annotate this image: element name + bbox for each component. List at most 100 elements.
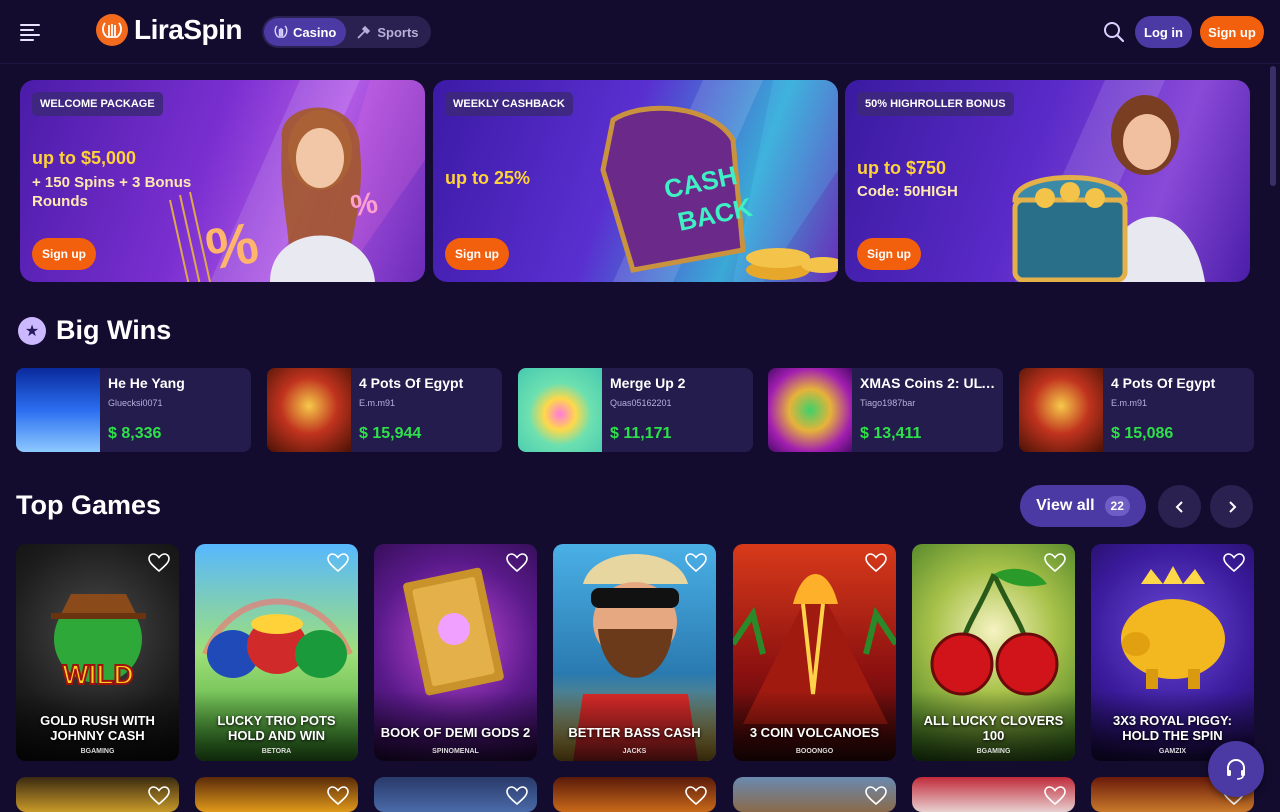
chevron-right-icon xyxy=(1228,500,1236,513)
win-amount: $ 11,171 xyxy=(610,425,672,442)
svg-text:WILD: WILD xyxy=(62,659,134,690)
promo-subtitle: Code: 50HIGH xyxy=(857,183,958,200)
game-title: LUCKY TRIO POTS HOLD AND WIN xyxy=(217,713,336,743)
sports-tab-label: Sports xyxy=(377,24,419,40)
heart-icon[interactable] xyxy=(685,553,707,573)
view-all-button[interactable]: View all 22 xyxy=(1020,485,1146,527)
sports-tab[interactable]: Sports xyxy=(346,18,428,46)
big-win-card[interactable]: Merge Up 2 Quas05162201 $ 11,171 xyxy=(518,368,753,452)
heart-icon[interactable] xyxy=(327,786,349,806)
big-win-card[interactable]: 4 Pots Of Egypt E.m.m91 $ 15,944 xyxy=(267,368,502,452)
signup-button[interactable]: Sign up xyxy=(1200,16,1264,48)
win-game-name: XMAS Coins 2: ULT... xyxy=(860,375,996,391)
game-title: 3 COIN VOLCANOES xyxy=(749,725,880,740)
game-tile[interactable] xyxy=(374,777,537,812)
heart-icon[interactable] xyxy=(865,553,887,573)
mode-switch: Casino Sports xyxy=(262,16,431,48)
game-thumbnail xyxy=(518,368,602,452)
game-tile[interactable]: WILD GOLD RUSH WITH JOHNNY CASH BGAMING xyxy=(16,544,179,761)
win-amount: $ 13,411 xyxy=(860,425,922,442)
game-tile[interactable]: BETTER BASS CASH JACKS xyxy=(553,544,716,761)
win-username: Gluecksi0071 xyxy=(108,398,163,408)
game-thumbnail xyxy=(1019,368,1103,452)
heart-icon[interactable] xyxy=(506,553,528,573)
game-title: 3X3 ROYAL PIGGY: HOLD THE SPIN xyxy=(1113,713,1232,743)
game-tile[interactable] xyxy=(16,777,179,812)
logo-text: LiraSpin xyxy=(134,14,243,45)
search-icon[interactable] xyxy=(1103,21,1125,43)
win-username: Quas05162201 xyxy=(610,398,672,408)
game-tile[interactable]: ALL LUCKY CLOVERS 100 BGAMING xyxy=(912,544,1075,761)
promo-subtitle: + 150 Spins + 3 Bonus Rounds xyxy=(32,174,192,210)
promo-banner-welcome[interactable]: % % WELCOME PACKAGE up to $5,000 + 150 S… xyxy=(20,80,425,282)
promo-tag: 50% HIGHROLLER BONUS xyxy=(857,92,1014,116)
star-icon: ★ xyxy=(18,317,46,345)
promo-signup-button[interactable]: Sign up xyxy=(445,238,509,270)
logo[interactable]: LiraSpin xyxy=(96,14,243,46)
headset-icon xyxy=(1227,758,1245,780)
game-tile[interactable]: 3 COIN VOLCANOES BOOONGO xyxy=(733,544,896,761)
logo-mark xyxy=(96,14,128,46)
game-tile[interactable]: BOOK OF DEMI GODS 2 SPINOMENAL xyxy=(374,544,537,761)
big-wins-title: Big Wins xyxy=(56,315,172,345)
game-tile[interactable]: LUCKY TRIO POTS HOLD AND WIN BETORA xyxy=(195,544,358,761)
game-provider: BOOONGO xyxy=(795,748,834,755)
prev-arrow-button[interactable] xyxy=(1158,485,1201,528)
top-header: LiraSpin Casino Sports Log in Sign up xyxy=(0,0,1280,64)
heart-icon[interactable] xyxy=(685,786,707,806)
game-tile[interactable]: 3X3 ROYAL PIGGY: HOLD THE SPIN GAMZIX xyxy=(1091,544,1254,761)
lyre-logo-icon xyxy=(102,22,122,38)
game-tile[interactable] xyxy=(195,777,358,812)
lyre-icon xyxy=(274,25,288,38)
heart-icon[interactable] xyxy=(148,553,170,573)
menu-icon[interactable] xyxy=(20,22,42,42)
win-amount: $ 15,944 xyxy=(359,425,422,442)
win-amount: $ 8,336 xyxy=(108,425,162,442)
win-amount: $ 15,086 xyxy=(1111,425,1174,442)
big-win-card[interactable]: 4 Pots Of Egypt E.m.m91 $ 15,086 xyxy=(1019,368,1254,452)
win-game-name: 4 Pots Of Egypt xyxy=(359,375,464,391)
game-title: ALL LUCKY CLOVERS 100 xyxy=(923,713,1064,743)
svg-text:%: % xyxy=(348,186,380,223)
scrollbar-thumb[interactable] xyxy=(1270,66,1276,186)
game-tile[interactable] xyxy=(912,777,1075,812)
heart-icon[interactable] xyxy=(148,786,170,806)
big-win-card[interactable]: XMAS Coins 2: ULT... Tiago1987bar $ 13,4… xyxy=(768,368,1003,452)
heart-icon[interactable] xyxy=(1223,553,1245,573)
heart-icon[interactable] xyxy=(1044,553,1066,573)
chevron-left-icon xyxy=(1175,500,1183,513)
promo-title: up to $750 xyxy=(857,158,947,178)
promo-title: up to $5,000 xyxy=(32,148,137,168)
game-thumbnail xyxy=(267,368,351,452)
win-username: E.m.m91 xyxy=(1111,398,1148,408)
next-arrow-button[interactable] xyxy=(1210,485,1253,528)
game-tile[interactable] xyxy=(553,777,716,812)
login-button[interactable]: Log in xyxy=(1135,16,1192,48)
promo-signup-button[interactable]: Sign up xyxy=(857,238,921,270)
game-provider: JACKS xyxy=(622,748,647,755)
game-thumbnail xyxy=(16,368,100,452)
game-provider: BGAMING xyxy=(976,748,1011,755)
promo-banner-cashback[interactable]: CASH BACK WEEKLY CASHBACK up to 25% Sign… xyxy=(433,80,838,282)
promo-signup-button[interactable]: Sign up xyxy=(32,238,96,270)
casino-tab[interactable]: Casino xyxy=(264,18,347,46)
game-title: GOLD RUSH WITH JOHNNY CASH xyxy=(40,713,155,743)
heart-icon[interactable] xyxy=(1044,786,1066,806)
promo-title: up to 25% xyxy=(445,168,531,188)
heart-icon[interactable] xyxy=(327,553,349,573)
support-chat-button[interactable] xyxy=(1208,741,1264,797)
big-win-card[interactable]: He He Yang Gluecksi0071 $ 8,336 xyxy=(16,368,251,452)
heart-icon[interactable] xyxy=(506,786,528,806)
game-title: BOOK OF DEMI GODS 2 xyxy=(380,725,531,740)
promo-tag: WEEKLY CASHBACK xyxy=(445,92,573,116)
promo-tag: WELCOME PACKAGE xyxy=(32,92,163,116)
heart-icon[interactable] xyxy=(865,786,887,806)
win-game-name: Merge Up 2 xyxy=(610,375,686,391)
casino-tab-label: Casino xyxy=(293,24,337,40)
game-provider: BETORA xyxy=(261,748,292,755)
game-provider: SPINOMENAL xyxy=(432,748,479,755)
win-username: E.m.m91 xyxy=(359,398,396,408)
top-games-title: Top Games xyxy=(16,490,162,520)
promo-banner-highroller[interactable]: 50% HIGHROLLER BONUS up to $750 Code: 50… xyxy=(845,80,1250,282)
game-tile[interactable] xyxy=(733,777,896,812)
